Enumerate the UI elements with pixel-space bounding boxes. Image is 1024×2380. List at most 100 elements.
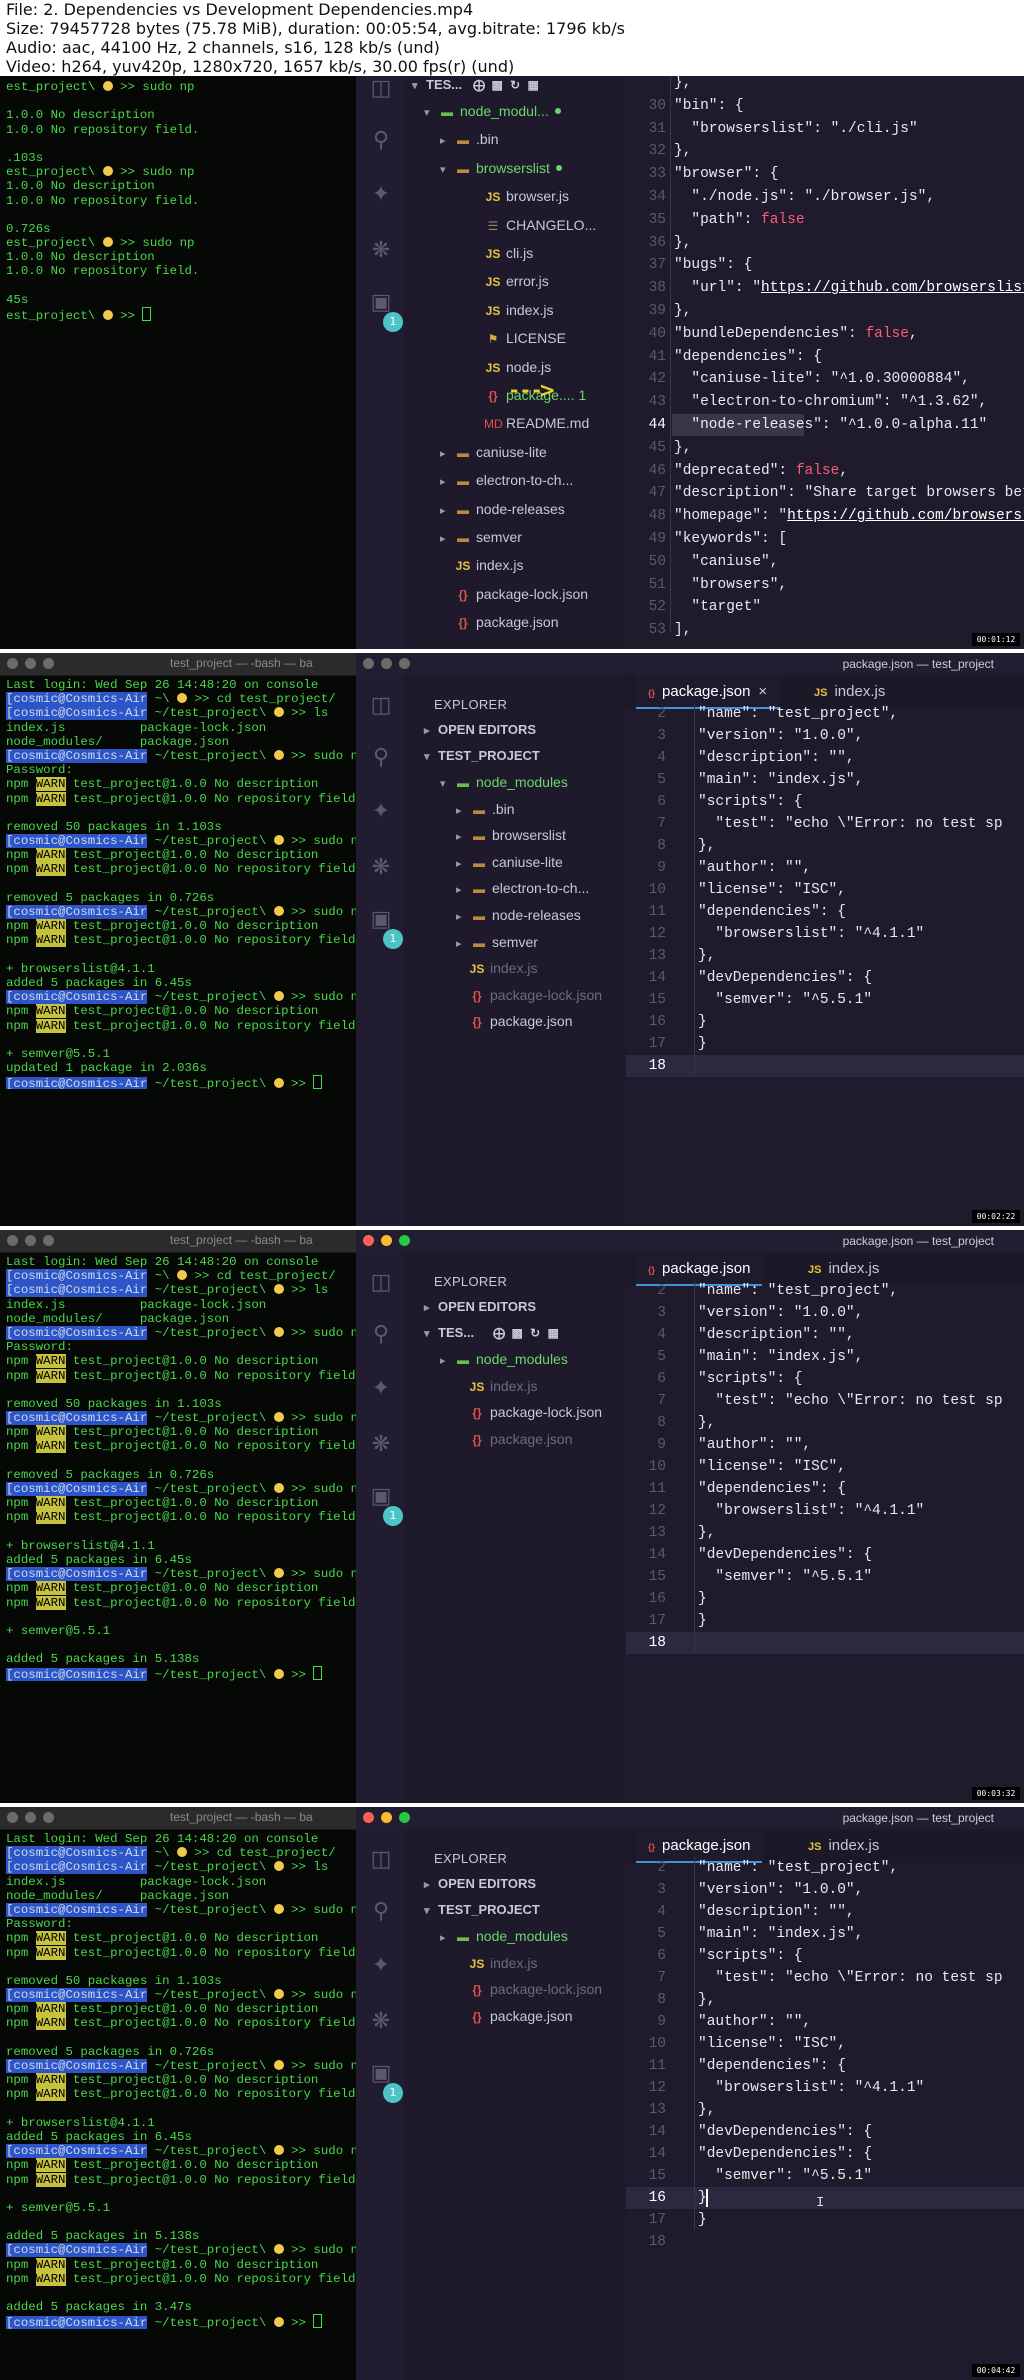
window-control-button[interactable] [43, 1812, 54, 1823]
open-editors-section[interactable]: ▸ OPEN EDITORS [424, 1871, 536, 1897]
explorer-item[interactable]: JS index.js [470, 297, 554, 323]
explorer-item[interactable]: {} package-lock.json [440, 581, 588, 607]
source-control-icon[interactable]: ✦ [368, 182, 394, 208]
minimize-button[interactable] [381, 1812, 392, 1823]
debug-icon[interactable]: ❋ [368, 238, 394, 264]
open-editors-section[interactable]: ▸ OPEN EDITORS [424, 1294, 536, 1320]
code-area[interactable]: 2 "name": "test_project", 3 "version": "1.0… [626, 1857, 1024, 2380]
explorer-item[interactable]: ☰ CHANGELO... [470, 212, 597, 238]
refresh-icon[interactable]: ↻ [526, 1320, 544, 1346]
new-folder-icon[interactable]: ▩ [488, 76, 506, 98]
explorer-item[interactable]: {} package-lock.json [454, 982, 602, 1008]
explorer-item[interactable]: MD README.md [470, 410, 589, 436]
explorer-item[interactable]: JS index.js [454, 1950, 538, 1976]
window-control-button[interactable] [25, 1235, 36, 1246]
source-control-icon[interactable]: ✦ [368, 799, 394, 825]
terminal-output[interactable]: Last login: Wed Sep 26 14:48:20 on conso… [0, 1830, 356, 2329]
debug-icon[interactable]: ❋ [368, 1432, 394, 1458]
explorer-item[interactable]: ▸ ▬ caniuse-lite [456, 849, 563, 875]
project-section[interactable]: ▾ TEST_PROJECT [424, 1897, 540, 1923]
close-tab-icon[interactable]: × [758, 683, 767, 700]
explorer-item[interactable]: ▸ ▬ node-releases [456, 902, 581, 928]
explorer-item[interactable]: JS error.js [470, 268, 549, 294]
explorer-item[interactable]: ⚑ LICENSE [470, 325, 566, 351]
explorer-item[interactable]: {} package-lock.json [454, 1976, 602, 2002]
code-line: 51 "browsers", [626, 574, 1024, 596]
terminal-output[interactable]: Last login: Wed Sep 26 14:48:20 on conso… [0, 676, 356, 1090]
minimize-button[interactable] [381, 658, 392, 669]
search-icon[interactable]: ⚲ [368, 1899, 394, 1925]
explorer-item[interactable]: ▸ ▬ node_modules [440, 1346, 568, 1372]
terminal-output[interactable]: Last login: Wed Sep 26 14:48:20 on conso… [0, 1253, 356, 1681]
window-control-button[interactable] [25, 1812, 36, 1823]
window-control-button[interactable] [7, 658, 18, 669]
close-button[interactable] [363, 1812, 374, 1823]
explorer-item[interactable]: ▾ ▬ node_modul... [424, 98, 561, 124]
explorer-item[interactable]: ▸ ▬ caniuse-lite [440, 439, 547, 465]
code-area[interactable]: 2 "name": "test_project", 3 "version": "1.0… [626, 703, 1024, 1226]
window-control-button[interactable] [25, 658, 36, 669]
explorer-item[interactable]: ▸ ▬ node-releases [440, 496, 565, 522]
emoji-face-icon [273, 749, 284, 760]
refresh-icon[interactable]: ↻ [506, 76, 524, 98]
project-section[interactable]: ▾ TES... ⨁ ▩ ↻ ▦ [424, 1320, 562, 1346]
collapse-all-icon[interactable]: ▦ [524, 76, 542, 98]
explorer-item[interactable]: JS index.js [454, 1373, 538, 1399]
explorer-item[interactable]: {} package-lock.json [454, 1399, 602, 1425]
explorer-item[interactable]: ▾ ▬ node_modules [440, 769, 568, 795]
search-icon[interactable]: ⚲ [368, 128, 394, 154]
code-line: 8}, [626, 835, 1024, 857]
zoom-button[interactable] [399, 658, 410, 669]
window-control-button[interactable] [43, 658, 54, 669]
explorer-item[interactable]: {} package.json [454, 2003, 572, 2029]
window-control-button[interactable] [7, 1812, 18, 1823]
explorer-item[interactable]: JS cli.js [470, 240, 534, 266]
explorer-item[interactable]: ▸ ▬ electron-to-ch... [440, 467, 573, 493]
explorer-item[interactable]: ▸ ▬ semver [456, 929, 538, 955]
explorer-item[interactable]: ▸ ▬ browserslist [456, 822, 566, 848]
explorer-item[interactable]: {} package.json [440, 609, 558, 635]
files-icon[interactable]: ◫ [368, 1270, 394, 1296]
new-folder-icon[interactable]: ▩ [508, 1320, 526, 1346]
close-button[interactable] [363, 1235, 374, 1246]
explorer-item[interactable]: JS browser.js [470, 183, 569, 209]
explorer-item[interactable]: ▸ ▬ semver [440, 524, 522, 550]
new-file-icon[interactable]: ⨁ [490, 1320, 508, 1346]
files-icon[interactable]: ◫ [368, 1847, 394, 1873]
line-number: 18 [648, 1635, 666, 1651]
files-icon[interactable]: ◫ [368, 76, 394, 102]
collapse-all-icon[interactable]: ▦ [544, 1320, 562, 1346]
explorer-item[interactable]: ▸ ▬ electron-to-ch... [456, 875, 589, 901]
minimize-button[interactable] [381, 1235, 392, 1246]
open-editors-label: OPEN EDITORS [438, 722, 537, 737]
debug-icon[interactable]: ❋ [368, 855, 394, 881]
zoom-button[interactable] [399, 1812, 410, 1823]
close-button[interactable] [363, 658, 374, 669]
terminal-output[interactable]: est_project\ >> sudo np 1.0.0 No descrip… [0, 76, 356, 321]
window-control-button[interactable] [43, 1235, 54, 1246]
explorer-item[interactable]: JS node.js [470, 354, 552, 380]
project-section[interactable]: ▾ TEST_PROJECT [424, 743, 540, 769]
explorer-item[interactable]: {} package.json [454, 1426, 572, 1452]
debug-icon[interactable]: ❋ [368, 2009, 394, 2035]
search-icon[interactable]: ⚲ [368, 1322, 394, 1348]
explorer-item[interactable]: ▸ ▬ .bin [440, 126, 499, 152]
explorer-item[interactable]: JS index.js [440, 552, 524, 578]
zoom-button[interactable] [399, 1235, 410, 1246]
files-icon[interactable]: ◫ [368, 693, 394, 719]
explorer-item[interactable]: {} package.json [454, 1008, 572, 1034]
source-control-icon[interactable]: ✦ [368, 1376, 394, 1402]
source-control-icon[interactable]: ✦ [368, 1953, 394, 1979]
window-control-button[interactable] [7, 1235, 18, 1246]
code-area[interactable]: }, 30 "bin": {31 "browserslist": "./cli.js… [626, 76, 1024, 649]
explorer-item[interactable]: ▾ ▬ browserslist [440, 155, 562, 181]
code-line: 11 "dependencies": { [626, 901, 1024, 923]
project-section[interactable]: ▾ TES... ⨁ ▩ ↻ ▦ [412, 76, 542, 98]
explorer-item[interactable]: ▸ ▬ .bin [456, 796, 515, 822]
new-file-icon[interactable]: ⨁ [470, 76, 488, 98]
explorer-item[interactable]: JS index.js [454, 955, 538, 981]
open-editors-section[interactable]: ▸ OPEN EDITORS [424, 717, 536, 743]
search-icon[interactable]: ⚲ [368, 745, 394, 771]
code-area[interactable]: 2 "name": "test_project", 3 "version": "1.0… [626, 1280, 1024, 1803]
explorer-item[interactable]: ▸ ▬ node_modules [440, 1923, 568, 1949]
